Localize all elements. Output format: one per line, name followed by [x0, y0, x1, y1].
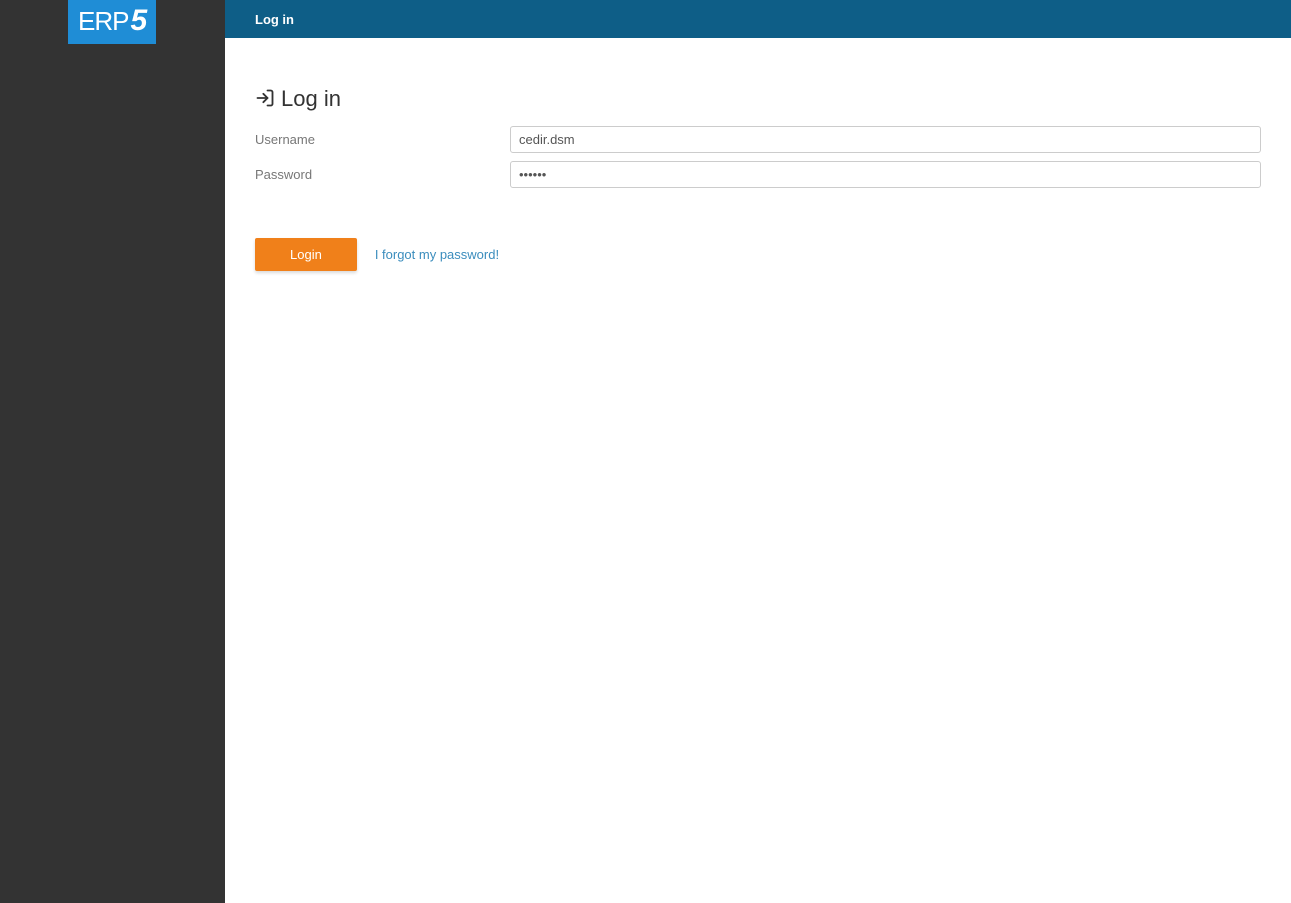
login-button[interactable]: Login	[255, 238, 357, 271]
password-label: Password	[255, 167, 510, 182]
forgot-password-link[interactable]: I forgot my password!	[375, 247, 499, 262]
actions-row: Login I forgot my password!	[255, 238, 1261, 271]
topbar: Log in	[225, 0, 1291, 38]
page-heading: Log in	[281, 86, 341, 112]
username-input[interactable]	[510, 126, 1261, 153]
password-row: Password	[255, 161, 1261, 188]
username-row: Username	[255, 126, 1261, 153]
username-label: Username	[255, 132, 510, 147]
logo-text-main: ERP	[78, 6, 128, 36]
login-icon	[255, 88, 275, 111]
topbar-title: Log in	[255, 12, 294, 27]
main-area: Log in Log in Username Password	[225, 0, 1291, 903]
password-input[interactable]	[510, 161, 1261, 188]
sidebar: ERP5	[0, 0, 225, 903]
logo[interactable]: ERP5	[68, 0, 156, 44]
content: Log in Username Password Login I forgot …	[225, 38, 1291, 301]
page-title-row: Log in	[255, 86, 1261, 112]
logo-text-suffix: 5	[130, 4, 146, 37]
